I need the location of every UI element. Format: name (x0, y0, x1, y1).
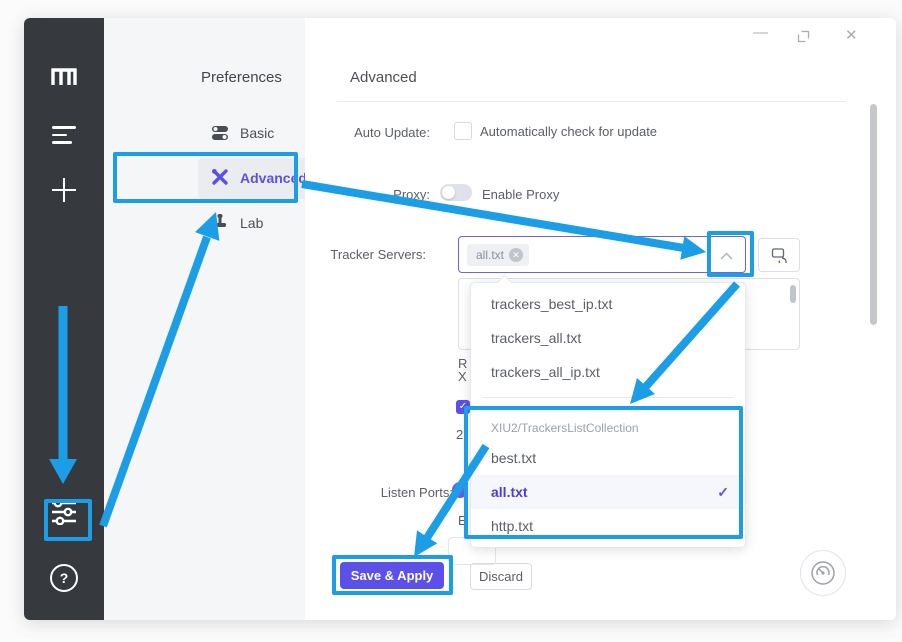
title-divider (337, 101, 846, 102)
preferences-sliders-icon[interactable] (24, 499, 104, 525)
proxy-toggle[interactable] (440, 184, 472, 201)
auto-update-label: Auto Update: (300, 125, 430, 140)
tag-close-icon[interactable]: ✕ (509, 248, 523, 262)
proxy-toggle-label: Enable Proxy (482, 187, 559, 202)
dropdown-group-label: XIU2/TrackersListCollection (491, 421, 639, 435)
app-screenshot: ? Preferences Basic (0, 0, 902, 642)
chevron-up-icon[interactable] (720, 252, 733, 260)
checkmark-icon: ✓ (717, 475, 729, 509)
dropdown-item[interactable]: best.txt (471, 441, 745, 475)
motrix-logo-icon (24, 64, 104, 86)
selected-tag-text: all.txt (476, 248, 504, 262)
task-list-icon[interactable] (24, 126, 104, 149)
dropdown-item-selected[interactable]: all.txt ✓ (471, 475, 745, 509)
app-sidebar: ? (24, 18, 104, 620)
preferences-title: Preferences (201, 69, 282, 86)
tracker-servers-label: Tracker Servers: (296, 247, 426, 262)
dropdown-item[interactable]: trackers_best_ip.txt (471, 287, 745, 321)
save-apply-label: Save & Apply (351, 568, 434, 583)
proxy-label: Proxy: (300, 187, 430, 202)
listen-ports-label: Listen Ports: (323, 485, 453, 500)
add-task-icon[interactable] (24, 178, 104, 202)
speed-limit-button[interactable] (800, 550, 846, 596)
dropdown-item[interactable]: trackers_all.txt (471, 321, 745, 355)
content-scrollbar-thumb[interactable] (870, 104, 877, 325)
advanced-tools-icon (211, 168, 229, 186)
occluded-hint-line2: X (458, 369, 467, 384)
tracker-dropdown: trackers_best_ip.txt trackers_all.txt tr… (470, 282, 746, 548)
help-icon[interactable]: ? (24, 564, 104, 592)
sync-icon (771, 247, 788, 263)
maximize-button[interactable] (797, 30, 810, 43)
occluded-slider-handle[interactable] (452, 482, 468, 498)
sidebar-item-basic-label: Basic (240, 125, 274, 141)
dropdown-group-divider (483, 397, 733, 398)
toggle-knob (442, 186, 455, 199)
speedometer-icon (809, 559, 837, 587)
auto-update-checkbox[interactable] (454, 122, 472, 140)
basic-toggles-icon (211, 124, 229, 142)
sync-trackers-button[interactable] (758, 238, 800, 272)
help-glyph: ? (50, 564, 78, 592)
auto-update-checkbox-label[interactable]: Automatically check for update (480, 124, 657, 139)
minimize-button[interactable]: — (753, 24, 768, 41)
sidebar-item-advanced-label: Advanced (240, 170, 307, 186)
discard-button[interactable]: Discard (470, 563, 532, 590)
close-button[interactable]: ✕ (845, 26, 858, 44)
sidebar-item-lab-label: Lab (240, 215, 263, 231)
discard-label: Discard (479, 569, 523, 584)
textarea-scrollbar-thumb[interactable] (790, 285, 796, 303)
lab-stamp-icon (211, 213, 229, 231)
occluded-timestamp: 2 (456, 427, 463, 442)
tracker-servers-select[interactable]: all.txt ✕ (458, 236, 746, 273)
dropdown-item-selected-label: all.txt (491, 484, 528, 500)
app-window: ? Preferences Basic (24, 18, 896, 620)
dropdown-item[interactable]: http.txt (471, 509, 745, 543)
selected-tag: all.txt ✕ (467, 244, 529, 266)
save-apply-button[interactable]: Save & Apply (340, 562, 444, 589)
occluded-checkbox[interactable]: ✓ (456, 400, 470, 414)
preferences-panel: Preferences Basic Advanced (104, 18, 305, 620)
page-title: Advanced (350, 69, 417, 86)
dropdown-item[interactable]: trackers_all_ip.txt (471, 355, 745, 389)
occluded-label: E (458, 513, 467, 528)
